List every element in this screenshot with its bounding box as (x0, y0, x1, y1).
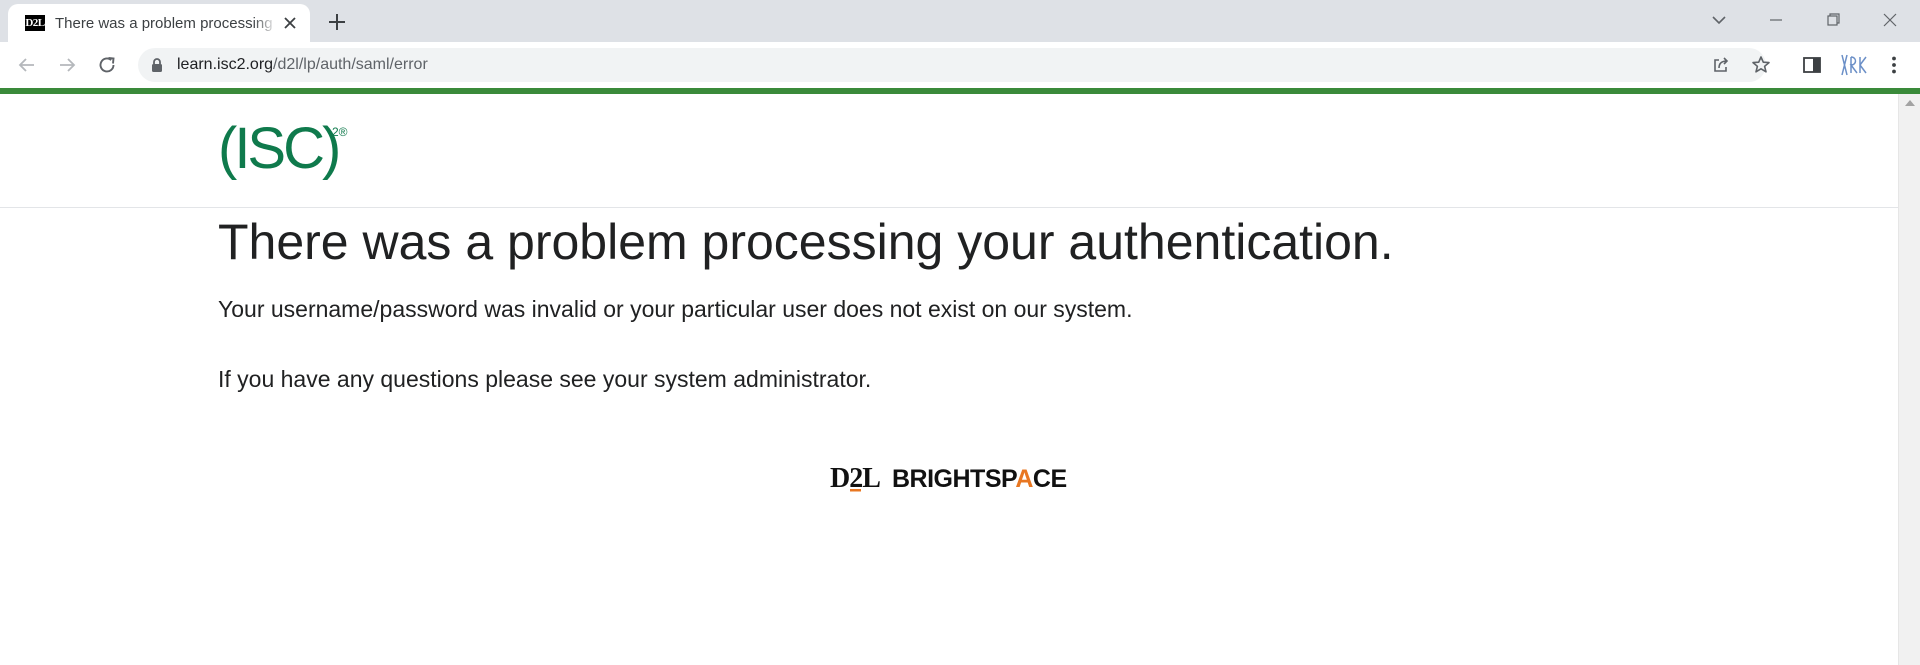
site-header: (ISC) 2® (0, 94, 1898, 208)
vertical-scrollbar[interactable] (1898, 94, 1920, 665)
svg-text:BRIGHTSPACE: BRIGHTSPACE (892, 465, 1067, 493)
side-panel-icon[interactable] (1800, 53, 1824, 77)
isc2-logo: (ISC) 2® (218, 116, 348, 180)
page-title: There was a problem processing your auth… (218, 214, 1394, 270)
url-host: learn.isc2.org (177, 56, 274, 73)
reload-icon[interactable] (95, 53, 119, 77)
browser-tab-active[interactable]: D2L There was a problem processing your … (8, 4, 310, 42)
tab-title: There was a problem processing your auth… (55, 15, 277, 32)
tab-close-icon[interactable] (280, 13, 300, 33)
lock-icon[interactable] (150, 57, 164, 73)
page-viewport: (ISC) 2® There was a problem processing … (0, 94, 1898, 665)
extension-icon[interactable] (1838, 51, 1868, 79)
browser-toolbar: learn.isc2.org/d2l/lp/auth/saml/error (0, 42, 1920, 88)
isc2-logo-text: (ISC) (218, 116, 338, 180)
brightspace-text-part2: CE (1033, 465, 1067, 493)
tab-strip: D2L There was a problem processing your … (0, 0, 1920, 42)
window-close-icon[interactable] (1878, 8, 1902, 32)
error-content: There was a problem processing your auth… (218, 212, 1718, 392)
bookmark-star-icon[interactable] (1749, 53, 1773, 77)
restore-icon[interactable] (1821, 8, 1845, 32)
new-tab-plus-icon[interactable] (326, 11, 348, 33)
brightspace-text-part1: BRIGHTSP (892, 465, 1017, 493)
forward-arrow-icon[interactable] (55, 53, 79, 77)
tab-search-chevron-down-icon[interactable] (1707, 8, 1731, 32)
url-text[interactable]: learn.isc2.org/d2l/lp/auth/saml/error (177, 56, 428, 74)
help-message: If you have any questions please see you… (218, 366, 872, 392)
url-path: /d2l/lp/auth/saml/error (273, 56, 428, 73)
isc2-logo-superscript: 2® (332, 125, 348, 139)
back-arrow-icon[interactable] (15, 53, 39, 77)
address-bar[interactable]: learn.isc2.org/d2l/lp/auth/saml/error (138, 48, 1770, 82)
d2l-brightspace-logo: D2L BRIGHTSPACE (830, 463, 1067, 494)
share-icon[interactable] (1709, 53, 1733, 77)
d2l-favicon-icon: D2L (25, 15, 45, 31)
kebab-menu-icon[interactable] (1882, 53, 1906, 77)
error-message: Your username/password was invalid or yo… (218, 296, 1133, 322)
minimize-icon[interactable] (1764, 8, 1788, 32)
brightspace-accent-letter: A (1015, 465, 1033, 493)
scroll-up-arrow-icon[interactable] (1905, 100, 1915, 106)
